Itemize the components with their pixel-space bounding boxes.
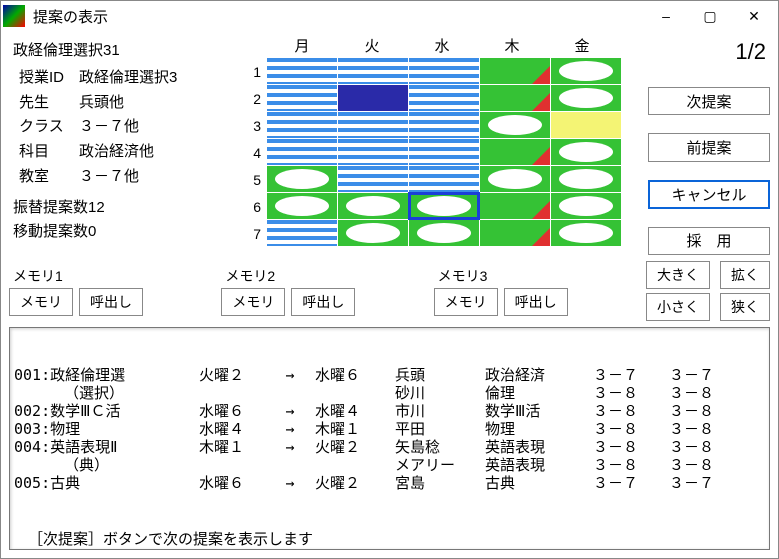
info-header: 政経倫理選択31 [9,39,239,64]
grid-cell[interactable] [267,139,337,165]
grid-cell[interactable] [551,220,621,246]
grid-cell[interactable] [338,58,408,84]
grid-cell[interactable] [551,85,621,111]
grid-cell[interactable] [338,85,408,111]
list-item: （典）メアリー英語表現３－８３－８ [14,456,765,474]
grid-cell[interactable] [267,112,337,138]
row-number: 1 [239,58,267,85]
narrower-button[interactable]: 狭く [720,293,770,321]
row-number: 6 [239,193,267,220]
list-item: 003:物理水曜４→木曜１平田物理３－８３－８ [14,420,765,438]
list-item: 005:古典水曜６→火曜２宮島古典３－７３－７ [14,474,765,492]
grid-cell[interactable] [338,139,408,165]
grid-cell[interactable] [338,220,408,246]
grid-cell[interactable] [409,139,479,165]
grid-cell[interactable] [267,220,337,246]
day-header: 木 [477,35,547,58]
grid-cell[interactable] [551,139,621,165]
memory-row: メモリ1 メモリ 呼出し メモリ2 メモリ 呼出し メモリ3 メモリ 呼出し 大… [9,261,770,321]
grid-cell[interactable] [480,139,550,165]
list-item: 001:政経倫理選火曜２→水曜６兵頭政治経済３－７３－７ [14,366,765,384]
grid-cell[interactable] [480,58,550,84]
memory-label-1: メモリ1 [9,266,211,286]
list-item: （選択）砂川倫理３－８３－８ [14,384,765,402]
titlebar: 提案の表示 – ▢ ✕ [1,1,778,31]
row-number: 7 [239,220,267,247]
grid-cell[interactable] [338,193,408,219]
grid-cell[interactable] [409,166,479,192]
window-title: 提案の表示 [33,6,644,27]
adopt-button[interactable]: 採 用 [648,227,770,255]
info-value: ３－７他 [79,115,239,140]
move-count: 移動提案数0 [9,220,239,245]
swap-count: 振替提案数12 [9,196,239,221]
grid-cell[interactable] [267,166,337,192]
day-header: 火 [337,35,407,58]
day-header: 水 [407,35,477,58]
grid-cell[interactable] [267,58,337,84]
grid-cell[interactable] [480,193,550,219]
grid-cell[interactable] [480,85,550,111]
grid-cell[interactable] [551,193,621,219]
info-label: 先生 [9,91,79,116]
memory-save-2[interactable]: メモリ [221,288,285,316]
grid-cell[interactable] [409,193,479,219]
prev-proposal-button[interactable]: 前提案 [648,133,770,161]
memory-save-3[interactable]: メモリ [434,288,498,316]
grid-cell[interactable] [480,166,550,192]
memory-load-3[interactable]: 呼出し [504,288,568,316]
info-label: 科目 [9,140,79,165]
memory-label-2: メモリ2 [221,266,423,286]
grid-cell[interactable] [267,85,337,111]
grid-cell[interactable] [267,193,337,219]
grid-cell[interactable] [409,85,479,111]
grid-cell[interactable] [480,220,550,246]
proposal-list: 001:政経倫理選火曜２→水曜６兵頭政治経済３－７３－７（選択）砂川倫理３－８３… [9,327,770,550]
page-indicator: 1/2 [648,39,770,65]
info-label: 教室 [9,165,79,190]
list-footer: ［次提案］ボタンで次の提案を表示します [14,530,765,548]
maximize-button[interactable]: ▢ [688,2,732,30]
grid-cell[interactable] [409,112,479,138]
grid-cell[interactable] [480,112,550,138]
memory-save-1[interactable]: メモリ [9,288,73,316]
list-item: 002:数学ⅢＣ活水曜６→水曜４市川数学Ⅲ活３－８３－８ [14,402,765,420]
grid-cell[interactable] [409,58,479,84]
info-value: ３－７他 [79,165,239,190]
grid-cell[interactable] [551,166,621,192]
grid-cell[interactable] [338,166,408,192]
app-icon [3,5,25,27]
row-number: 3 [239,112,267,139]
info-panel: 政経倫理選択31 授業ID政経倫理選択3先生兵頭他クラス３－７他科目政治経済他教… [9,35,239,255]
row-number: 4 [239,139,267,166]
day-header: 月 [267,35,337,58]
smaller-button[interactable]: 小さく [646,293,710,321]
timetable-grid: 月火水木金 1234567 [239,35,640,255]
minimize-button[interactable]: – [644,2,688,30]
day-header: 金 [547,35,617,58]
row-number: 5 [239,166,267,193]
next-proposal-button[interactable]: 次提案 [648,87,770,115]
info-value: 政治経済他 [79,140,239,165]
bigger-button[interactable]: 大きく [646,261,710,289]
close-button[interactable]: ✕ [732,2,776,30]
info-value: 政経倫理選択3 [79,66,239,91]
grid-cell[interactable] [551,112,621,138]
memory-load-1[interactable]: 呼出し [79,288,143,316]
list-item: 004:英語表現Ⅱ木曜１→火曜２矢島稔英語表現３－８３－８ [14,438,765,456]
info-label: クラス [9,115,79,140]
row-number: 2 [239,85,267,112]
grid-cell[interactable] [409,220,479,246]
cancel-button[interactable]: キャンセル [648,180,770,209]
memory-label-3: メモリ3 [434,266,636,286]
info-label: 授業ID [9,66,79,91]
wider-button[interactable]: 拡く [720,261,770,289]
memory-load-2[interactable]: 呼出し [291,288,355,316]
grid-cell[interactable] [551,58,621,84]
grid-cell[interactable] [338,112,408,138]
info-value: 兵頭他 [79,91,239,116]
